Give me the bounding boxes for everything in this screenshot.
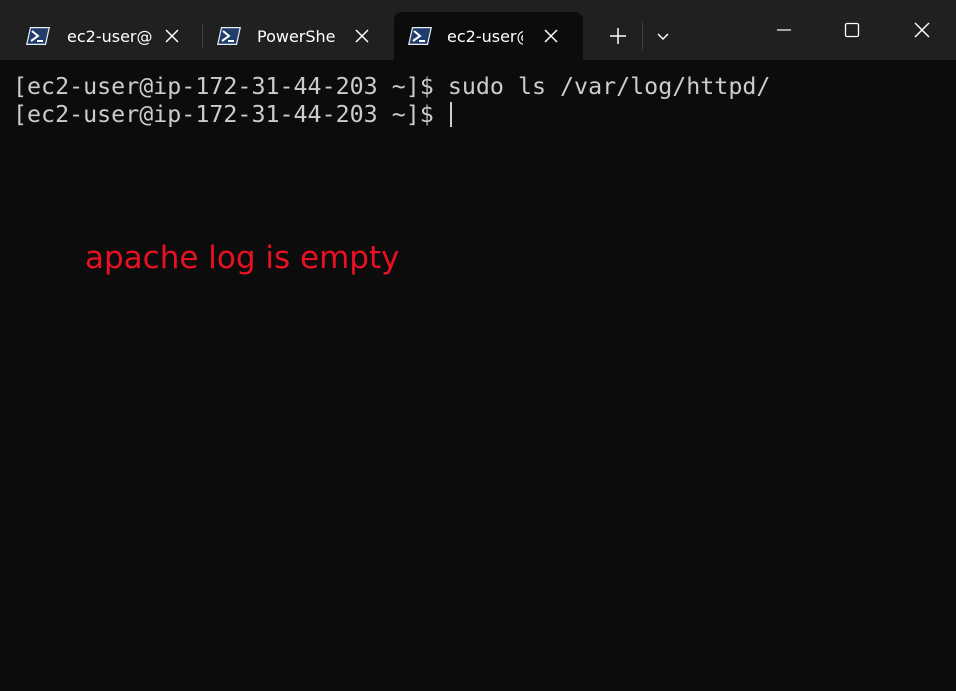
window-close-button[interactable] bbox=[888, 0, 956, 60]
terminal-line: [ec2-user@ip-172-31-44-203 ~]$ bbox=[13, 101, 452, 129]
tab-ec2-user-1[interactable]: ec2-user@ip-172-31-44-203:~ bbox=[12, 12, 200, 60]
maximize-icon bbox=[844, 22, 860, 38]
terminal-line: [ec2-user@ip-172-31-44-203 ~]$ sudo ls /… bbox=[13, 73, 770, 101]
annotation-text: apache log is empty bbox=[85, 240, 400, 276]
terminal-prompt: [ec2-user@ip-172-31-44-203 ~]$ bbox=[13, 73, 448, 100]
powershell-icon bbox=[217, 27, 241, 45]
maximize-button[interactable] bbox=[818, 0, 886, 60]
close-icon[interactable] bbox=[543, 28, 559, 44]
terminal-command: sudo ls /var/log/httpd/ bbox=[447, 73, 771, 100]
tab-label: ec2-user@ip-172-31-44-203:~ bbox=[67, 27, 153, 46]
chevron-down-icon bbox=[657, 33, 669, 41]
plus-icon bbox=[610, 28, 626, 44]
close-icon bbox=[914, 22, 930, 38]
tab-ec2-user-active[interactable]: ec2-user@ip-172-31-44-203:~ bbox=[394, 12, 583, 60]
close-icon[interactable] bbox=[354, 28, 370, 44]
tab-powershell[interactable]: PowerShell bbox=[203, 12, 391, 60]
button-separator bbox=[642, 22, 643, 50]
title-bar[interactable]: ec2-user@ip-172-31-44-203:~ PowerShell e… bbox=[0, 0, 956, 60]
tab-label: ec2-user@ip-172-31-44-203:~ bbox=[447, 27, 523, 46]
new-tab-button[interactable] bbox=[598, 20, 638, 52]
terminal-pane[interactable]: [ec2-user@ip-172-31-44-203 ~]$ sudo ls /… bbox=[0, 60, 956, 691]
powershell-icon bbox=[408, 27, 432, 45]
tab-label: PowerShell bbox=[257, 27, 335, 46]
text-cursor bbox=[449, 102, 452, 127]
terminal-prompt: [ec2-user@ip-172-31-44-203 ~]$ bbox=[13, 101, 448, 128]
tab-dropdown-button[interactable] bbox=[645, 20, 681, 52]
close-icon[interactable] bbox=[164, 28, 180, 44]
minimize-icon bbox=[777, 29, 791, 31]
minimize-button[interactable] bbox=[750, 0, 818, 60]
powershell-icon bbox=[26, 27, 50, 45]
